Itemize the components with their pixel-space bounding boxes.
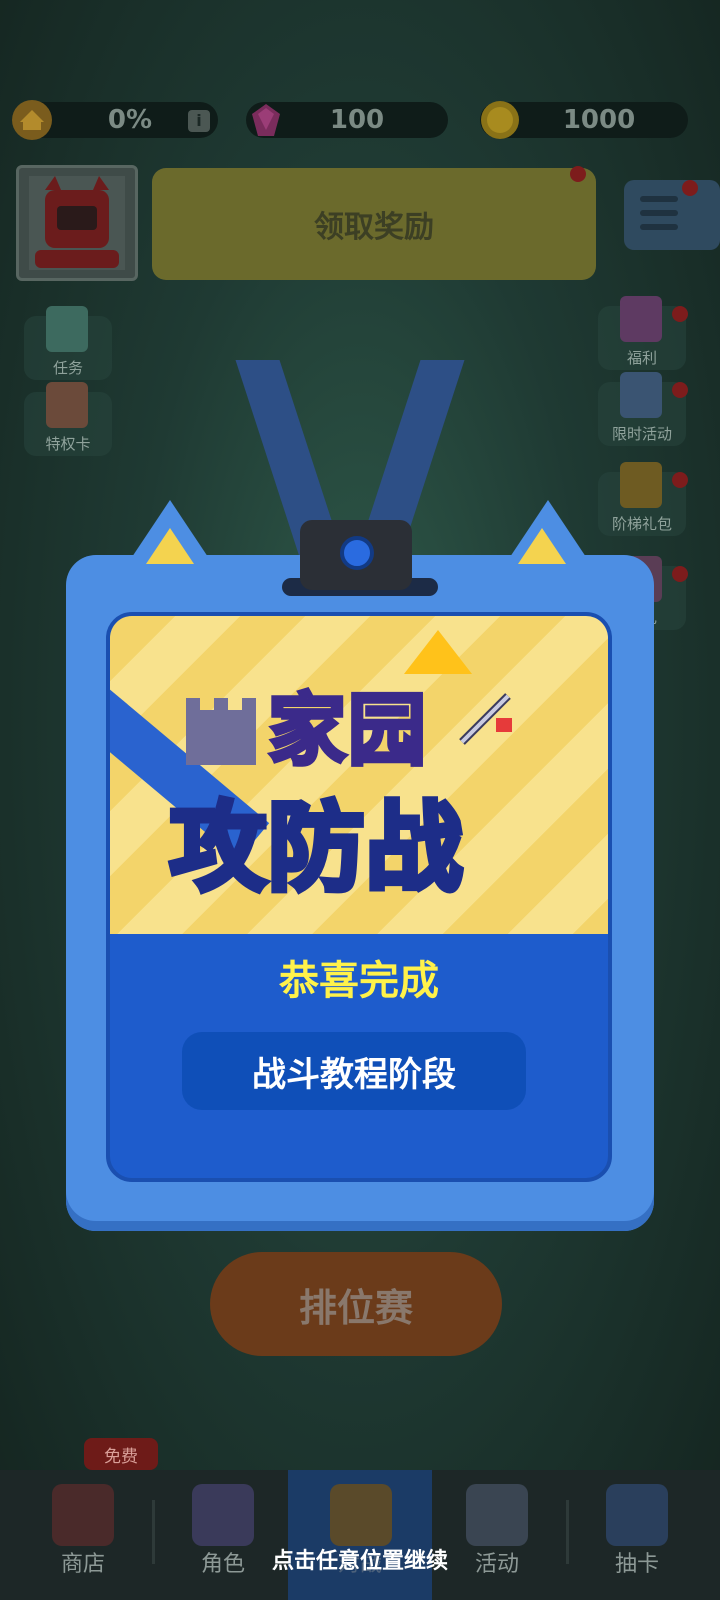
avatar[interactable] xyxy=(16,165,138,281)
shop-icon xyxy=(52,1484,114,1546)
character-icon xyxy=(192,1484,254,1546)
ladder-gift-icon xyxy=(620,462,662,508)
mystery-card-icon xyxy=(606,1484,668,1546)
coin-pill[interactable]: 1000 xyxy=(480,101,688,139)
coin-count: 1000 xyxy=(562,105,636,135)
menu-bar xyxy=(640,210,678,216)
task-label: 任务 xyxy=(52,359,83,377)
info-icon[interactable]: i xyxy=(188,110,210,132)
gem-count: 100 xyxy=(329,105,385,135)
free-badge: 免费 xyxy=(84,1438,158,1470)
nav-character[interactable]: 角色 xyxy=(158,1470,288,1600)
menu-notification-dot xyxy=(682,180,698,196)
gem-pill[interactable]: 100 xyxy=(246,102,448,138)
crossed-swords-icon xyxy=(330,1484,392,1546)
nav-events[interactable]: 活动 xyxy=(432,1470,562,1600)
gift-icon xyxy=(620,296,662,342)
robot-avatar-icon xyxy=(29,176,125,270)
limited-event-notification-dot xyxy=(672,382,688,398)
limited-event-label: 限时活动 xyxy=(611,425,672,443)
menu-bar xyxy=(640,196,678,202)
castle-icon xyxy=(186,698,256,765)
logo-title-top: 家园 xyxy=(266,684,429,778)
ladder-gift-label: 阶梯礼包 xyxy=(611,515,672,533)
card-ear-right-inner xyxy=(518,528,566,564)
clip-screw-icon xyxy=(340,536,374,570)
task-icon xyxy=(46,306,88,352)
gift-notification-dot xyxy=(672,566,688,582)
side-task-button[interactable]: 任务 xyxy=(24,306,112,380)
menu-bar xyxy=(640,224,678,230)
sword-icon xyxy=(459,693,512,745)
congrats-text: 恭喜完成 xyxy=(279,958,439,1004)
nav-draw-card[interactable]: 抽卡 xyxy=(572,1470,702,1600)
vip-card-label: 特权卡 xyxy=(45,435,91,453)
lock-icon xyxy=(466,1484,528,1546)
logo-title-bottom: 攻防战 xyxy=(167,789,465,907)
vip-card-icon xyxy=(46,382,88,428)
reward-notification-dot xyxy=(570,166,586,182)
welfare-label: 福利 xyxy=(626,349,657,367)
nav-battle[interactable]: 对战 xyxy=(288,1470,432,1600)
ladder-gift-notification-dot xyxy=(672,472,688,488)
nav-shop[interactable]: 商店 xyxy=(18,1470,148,1600)
level-progress-pill[interactable]: 0% i xyxy=(12,100,218,140)
side-vip-card-button[interactable]: 特权卡 xyxy=(24,382,112,456)
card-ear-left-inner xyxy=(146,528,194,564)
welfare-notification-dot xyxy=(672,306,688,322)
claim-reward-button[interactable]: 领取奖励 xyxy=(152,168,596,280)
menu-button[interactable] xyxy=(624,180,720,250)
ranked-match-button[interactable]: 排位赛 xyxy=(210,1252,502,1356)
tap-to-continue-hint[interactable]: 点击任意位置继续 xyxy=(0,1543,720,1575)
timer-gift-icon xyxy=(620,372,662,418)
completed-stage-label: 战斗教程阶段 xyxy=(182,1032,526,1110)
